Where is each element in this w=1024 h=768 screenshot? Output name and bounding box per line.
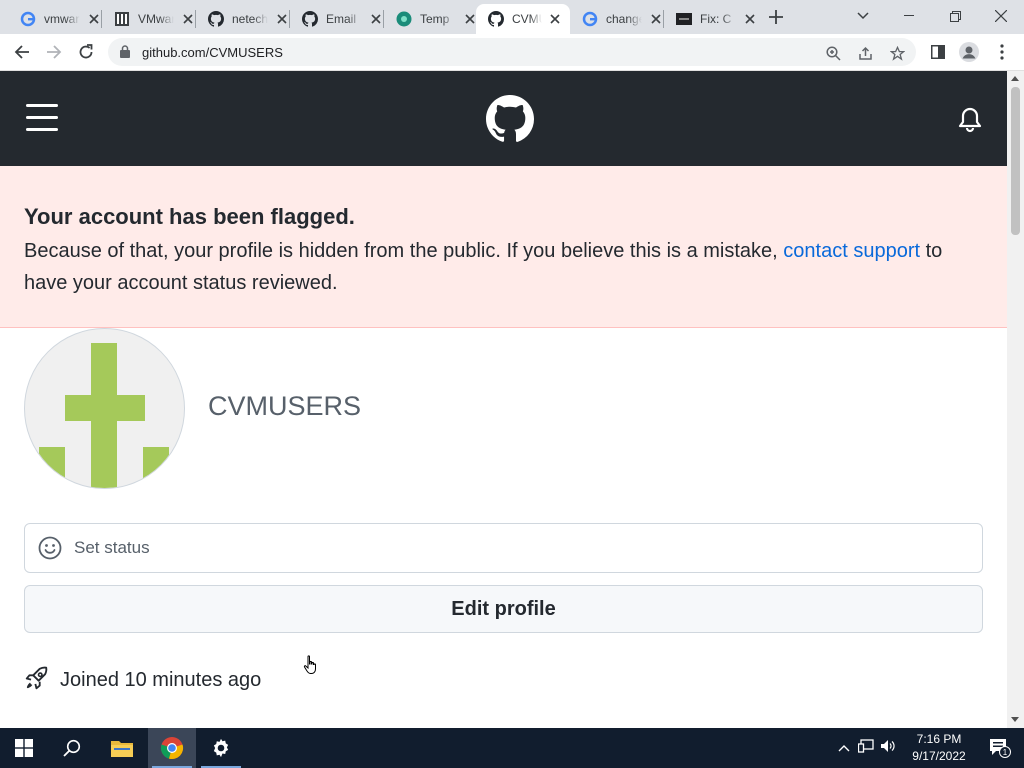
contact-support-link[interactable]: contact support — [783, 240, 920, 262]
tab-title: Temp — [420, 12, 450, 26]
file-explorer-icon[interactable] — [98, 728, 146, 768]
google-icon — [582, 11, 598, 27]
start-button[interactable] — [0, 728, 48, 768]
clock-time: 7:16 PM — [916, 732, 962, 746]
browser-tab[interactable]: netech — [196, 4, 298, 34]
browser-tab[interactable]: Temp — [384, 4, 486, 34]
back-button[interactable] — [8, 38, 36, 66]
mouse-cursor-icon — [303, 655, 319, 680]
lock-icon[interactable] — [120, 45, 130, 63]
flash-text: Because of that, your profile is hidden … — [24, 240, 784, 262]
tab-title: Fix: C — [700, 12, 732, 26]
edit-profile-button[interactable]: Edit profile — [24, 585, 983, 633]
share-icon[interactable] — [856, 44, 874, 62]
volume-icon[interactable] — [880, 739, 896, 758]
side-panel-button[interactable] — [924, 38, 952, 66]
flash-title: Your account has been flagged. — [24, 204, 355, 229]
windows-taskbar: 7:16 PM 9/17/2022 1 — [0, 728, 1024, 768]
network-icon[interactable] — [857, 738, 874, 758]
github-icon — [302, 11, 318, 27]
notification-count: 1 — [1003, 748, 1008, 757]
bookmark-star-icon[interactable] — [888, 44, 906, 62]
close-tab-icon[interactable] — [274, 11, 290, 27]
google-icon — [20, 11, 36, 27]
browser-tab[interactable]: change — [570, 4, 672, 34]
vmware-icon — [114, 11, 130, 27]
close-window-button[interactable] — [978, 0, 1024, 32]
settings-gear-icon[interactable] — [197, 728, 245, 768]
close-tab-icon[interactable] — [648, 11, 664, 27]
tab-title: CVMUSERS — [512, 12, 542, 26]
scroll-down-icon[interactable] — [1011, 717, 1019, 722]
zoom-icon[interactable] — [824, 44, 842, 62]
close-tab-icon[interactable] — [180, 11, 196, 27]
tab-title: vmware — [44, 12, 80, 26]
tab-title: change — [606, 12, 642, 26]
profile-avatar-button[interactable] — [955, 38, 983, 66]
hamburger-menu-icon[interactable] — [26, 104, 58, 132]
github-header — [0, 71, 1007, 166]
notification-bell-icon[interactable] — [958, 106, 982, 134]
site-icon — [676, 11, 692, 27]
scroll-up-icon[interactable] — [1011, 76, 1019, 81]
search-icon[interactable] — [48, 728, 96, 768]
github-icon — [208, 11, 224, 27]
browser-tab[interactable]: Email — [290, 4, 392, 34]
system-tray — [838, 728, 896, 768]
chrome-taskbar-icon[interactable] — [148, 728, 196, 768]
avatar[interactable] — [24, 328, 185, 489]
browser-tab[interactable]: vmware — [8, 4, 110, 34]
close-tab-icon[interactable] — [548, 11, 562, 27]
set-status-button[interactable]: Set status — [24, 523, 983, 573]
browser-tab-active[interactable]: CVMUSERS — [476, 4, 570, 34]
page-viewport: Your account has been flagged. Because o… — [0, 71, 1007, 728]
tab-search-button[interactable] — [840, 0, 886, 32]
scrollbar-thumb[interactable] — [1011, 87, 1020, 235]
taskbar-clock[interactable]: 7:16 PM 9/17/2022 — [896, 731, 982, 765]
tab-strip: vmware VMware netech Email Temp — [0, 0, 1024, 34]
browser-toolbar: github.com/CVMUSERS — [0, 34, 1024, 71]
new-tab-button[interactable] — [762, 3, 790, 31]
profile-username: CVMUSERS — [208, 391, 362, 421]
tab-title: Email — [326, 12, 357, 26]
temp-mail-icon — [396, 11, 412, 27]
address-bar[interactable]: github.com/CVMUSERS — [108, 38, 916, 66]
action-center-icon[interactable]: 1 — [980, 728, 1020, 768]
close-tab-icon[interactable] — [742, 11, 758, 27]
flash-message: Because of that, your profile is hidden … — [24, 235, 984, 299]
clock-date: 9/17/2022 — [912, 749, 966, 763]
reload-button[interactable] — [72, 38, 100, 66]
rocket-icon — [24, 665, 50, 696]
account-flagged-banner: Your account has been flagged. Because o… — [0, 166, 1007, 328]
url-text: github.com/CVMUSERS — [142, 45, 283, 60]
joined-info: Joined 10 minutes ago — [24, 665, 261, 695]
restore-button[interactable] — [932, 0, 978, 32]
joined-date: Joined 10 minutes ago — [60, 668, 262, 691]
github-logo-icon[interactable] — [486, 95, 535, 143]
close-tab-icon[interactable] — [86, 11, 102, 27]
page-scrollbar[interactable] — [1007, 71, 1024, 728]
browser-tab[interactable]: Fix: C — [664, 4, 766, 34]
browser-tab[interactable]: VMware — [102, 4, 204, 34]
minimize-button[interactable] — [886, 0, 932, 32]
github-icon — [488, 11, 504, 27]
tab-title: VMware — [138, 12, 174, 26]
chrome-menu-button[interactable] — [988, 38, 1016, 66]
smiley-icon — [38, 536, 62, 565]
set-status-label: Set status — [74, 538, 150, 557]
tray-chevron-up-icon[interactable] — [838, 739, 850, 757]
tab-title: netech — [232, 12, 268, 26]
close-tab-icon[interactable] — [368, 11, 384, 27]
forward-button[interactable] — [40, 38, 68, 66]
